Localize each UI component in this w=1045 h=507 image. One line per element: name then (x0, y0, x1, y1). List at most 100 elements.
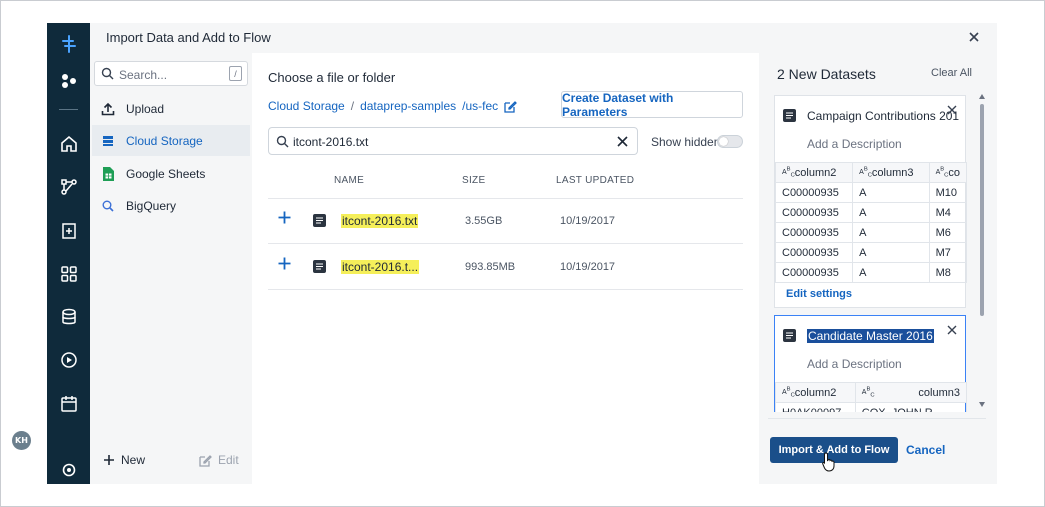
home-icon[interactable] (47, 131, 90, 157)
footer-divider (768, 418, 986, 419)
file-updated: 10/19/2017 (560, 261, 616, 273)
source-item-bigquery[interactable]: BigQuery (92, 190, 250, 221)
preview-column-header: co (948, 166, 960, 179)
breadcrumb-item[interactable]: Cloud Storage (268, 99, 345, 113)
scroll-up-icon[interactable] (979, 94, 985, 99)
flows-icon[interactable] (47, 68, 90, 94)
search-icon (276, 135, 289, 148)
table-row[interactable]: itcont-2016.t... 993.85MB 10/19/2017 (268, 245, 743, 290)
plus-icon (104, 455, 114, 465)
dataset-file-icon (783, 109, 796, 122)
dialog-title: Import Data and Add to Flow (106, 30, 271, 45)
avatar[interactable]: KH (12, 431, 31, 450)
preview-row: H0AK00097COX, JOHN R (775, 402, 968, 412)
settings-gear-icon[interactable] (47, 457, 90, 483)
column-header-last-updated[interactable]: LAST UPDATED (556, 175, 634, 186)
preview-column-header: column3 (918, 386, 960, 399)
preview-row: C00000935 A M4 (774, 202, 968, 223)
create-dataset-with-parameters-button[interactable]: Create Dataset with Parameters (561, 91, 743, 119)
source-item-label: Upload (126, 101, 165, 116)
show-hidden-toggle[interactable] (717, 135, 743, 148)
preview-column-header: column2 (794, 386, 837, 399)
dataset-description[interactable]: Add a Description (807, 137, 902, 151)
dataset-description[interactable]: Add a Description (807, 357, 902, 371)
preview-column-header: column3 (871, 166, 914, 179)
file-icon (313, 214, 326, 227)
dataset-cards: Campaign Contributions 201 Add a Descrip… (770, 92, 978, 412)
source-item-label: Google Sheets (126, 166, 206, 181)
remove-dataset-icon[interactable] (947, 105, 957, 115)
jobs-play-icon[interactable] (47, 347, 90, 373)
dataset-preview-table: ABCcolumn2 ABCcolumn3 H0AK00097COX, JOHN… (775, 382, 968, 412)
preview-row: C00000935 A M10 (774, 182, 968, 203)
schedule-icon[interactable] (47, 391, 90, 417)
datasets-scrollbar[interactable] (978, 94, 986, 410)
datasets-title: 2 New Datasets (777, 66, 876, 82)
add-file-plus-icon[interactable] (278, 257, 291, 270)
add-file-plus-icon[interactable] (278, 211, 291, 224)
preview-column-header: column2 (794, 166, 837, 179)
source-search-input[interactable]: Search... / (94, 61, 248, 86)
edit-connection-button[interactable]: Edit (199, 453, 239, 467)
edit-path-icon[interactable] (504, 100, 518, 113)
cancel-button[interactable]: Cancel (906, 443, 945, 457)
source-item-label: Cloud Storage (126, 133, 203, 148)
source-item-google-sheets[interactable]: Google Sheets (92, 158, 250, 189)
clear-all-link[interactable]: Clear All (931, 67, 972, 79)
scroll-down-icon[interactable] (979, 402, 985, 407)
preview-row: C00000935 A M8 (774, 262, 968, 283)
hand-cursor-icon (822, 452, 835, 472)
edit-icon (199, 454, 212, 467)
storage-icon (92, 135, 124, 147)
breadcrumb-item[interactable]: /us-fec (462, 99, 498, 113)
column-header-name[interactable]: NAME (334, 175, 364, 186)
file-updated: 10/19/2017 (560, 215, 616, 227)
dataset-file-icon (783, 329, 796, 342)
library-grid-icon[interactable] (47, 261, 90, 287)
search-icon (101, 67, 114, 80)
file-size: 993.85MB (465, 261, 516, 273)
clear-search-icon[interactable] (617, 136, 628, 147)
flow-graph-icon[interactable] (47, 174, 90, 200)
table-row[interactable]: itcont-2016.txt 3.55GB 10/19/2017 (268, 199, 743, 244)
database-icon[interactable] (47, 304, 90, 330)
new-label: New (121, 453, 146, 467)
file-name: itcont-2016.txt (341, 214, 419, 228)
file-icon (313, 260, 326, 273)
search-shortcut-hint: / (229, 66, 242, 81)
search-placeholder: Search... (119, 68, 168, 82)
upload-icon (92, 102, 124, 116)
plans-icon[interactable] (47, 218, 90, 244)
browser-title: Choose a file or folder (268, 70, 396, 85)
dataset-card[interactable]: Campaign Contributions 201 Add a Descrip… (774, 95, 968, 308)
dataset-name[interactable]: Campaign Contributions 201 (807, 109, 959, 123)
file-name: itcont-2016.t... (341, 260, 420, 274)
bigquery-icon (92, 200, 124, 212)
file-size: 3.55GB (465, 215, 503, 227)
sheets-icon (92, 166, 124, 181)
dataset-name[interactable]: Candidate Master 2016 (807, 329, 934, 343)
source-item-label: BigQuery (126, 198, 177, 213)
breadcrumb-item[interactable]: dataprep-samples (360, 99, 456, 113)
breadcrumb: Cloud Storage / dataprep-samples /us-fec (268, 99, 518, 113)
app-logo-icon[interactable] (47, 31, 90, 57)
edit-settings-link[interactable]: Edit settings (786, 288, 852, 300)
preview-row: C00000935 A M7 (774, 242, 968, 263)
remove-dataset-icon[interactable] (947, 325, 957, 335)
edit-label: Edit (218, 453, 239, 467)
close-icon[interactable] (966, 29, 982, 45)
new-connection-button[interactable]: New (103, 453, 145, 467)
preview-row: C00000935 A M6 (774, 222, 968, 243)
dataset-preview-table: ABCcolumn2 ABCcolumn3 ABCco C00000935 A M1… (774, 162, 968, 283)
nav-rail (47, 23, 90, 484)
show-hidden-label: Show hidden (651, 135, 721, 149)
file-search-input[interactable]: itcont-2016.txt (268, 127, 638, 155)
rail-divider (59, 109, 78, 110)
source-item-cloud-storage[interactable]: Cloud Storage (92, 125, 250, 156)
scroll-thumb[interactable] (980, 104, 984, 316)
source-item-upload[interactable]: Upload (92, 93, 250, 124)
toggle-knob (719, 137, 728, 146)
dataset-card[interactable]: Candidate Master 2016 Add a Description … (774, 315, 968, 412)
file-search-value: itcont-2016.txt (293, 135, 369, 149)
column-header-size[interactable]: SIZE (462, 175, 485, 186)
